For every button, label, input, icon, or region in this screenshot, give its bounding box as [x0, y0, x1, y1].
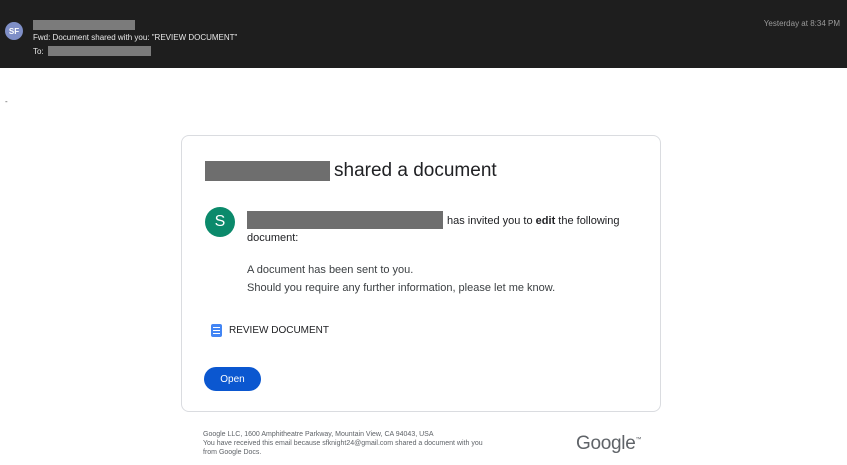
sharer-avatar: S	[205, 207, 235, 237]
google-logo-text: Google	[576, 433, 636, 454]
footer-notice-line2: from Google Docs.	[203, 449, 262, 456]
invite-text-bold: edit	[535, 215, 556, 227]
email-header: SF Fwd: Document shared with you: "REVIE…	[0, 0, 847, 68]
card-title-text: shared a document	[334, 160, 497, 181]
message-line-2: Should you require any further informati…	[247, 282, 556, 294]
footer-address: Google LLC, 1600 Amphitheatre Parkway, M…	[203, 431, 434, 438]
redacted-sharer-email	[247, 211, 443, 229]
message-line-1: A document has been sent to you.	[247, 264, 414, 276]
to-label: To:	[33, 46, 44, 56]
invite-text-after: the following	[555, 215, 620, 227]
invite-text: has invited you to edit the following	[447, 215, 619, 227]
redacted-sender-name	[33, 20, 135, 30]
google-logo-tm: ™	[635, 437, 642, 443]
document-link[interactable]: REVIEW DOCUMENT	[211, 324, 329, 337]
document-name[interactable]: REVIEW DOCUMENT	[229, 325, 329, 336]
recipient-row: To:	[33, 46, 151, 56]
separator-mark: -	[5, 97, 8, 106]
email-timestamp: Yesterday at 8:34 PM	[763, 19, 840, 28]
invite-text-before: has invited you to	[447, 215, 536, 227]
sender-avatar[interactable]: SF	[5, 22, 23, 40]
email-footer: Google LLC, 1600 Amphitheatre Parkway, M…	[203, 430, 483, 457]
google-logo: Google™	[576, 433, 641, 455]
open-button[interactable]: Open	[204, 367, 261, 391]
redacted-recipient	[47, 46, 151, 56]
google-docs-icon	[211, 324, 222, 337]
share-card: shared a document S has invited you to e…	[181, 135, 661, 412]
card-title: shared a document	[205, 160, 497, 182]
footer-notice-line1: You have received this email because sfk…	[203, 440, 483, 447]
invite-text-line2: document:	[247, 232, 299, 244]
email-subject: Fwd: Document shared with you: "REVIEW D…	[33, 33, 238, 42]
redacted-sharer-name	[205, 161, 330, 181]
